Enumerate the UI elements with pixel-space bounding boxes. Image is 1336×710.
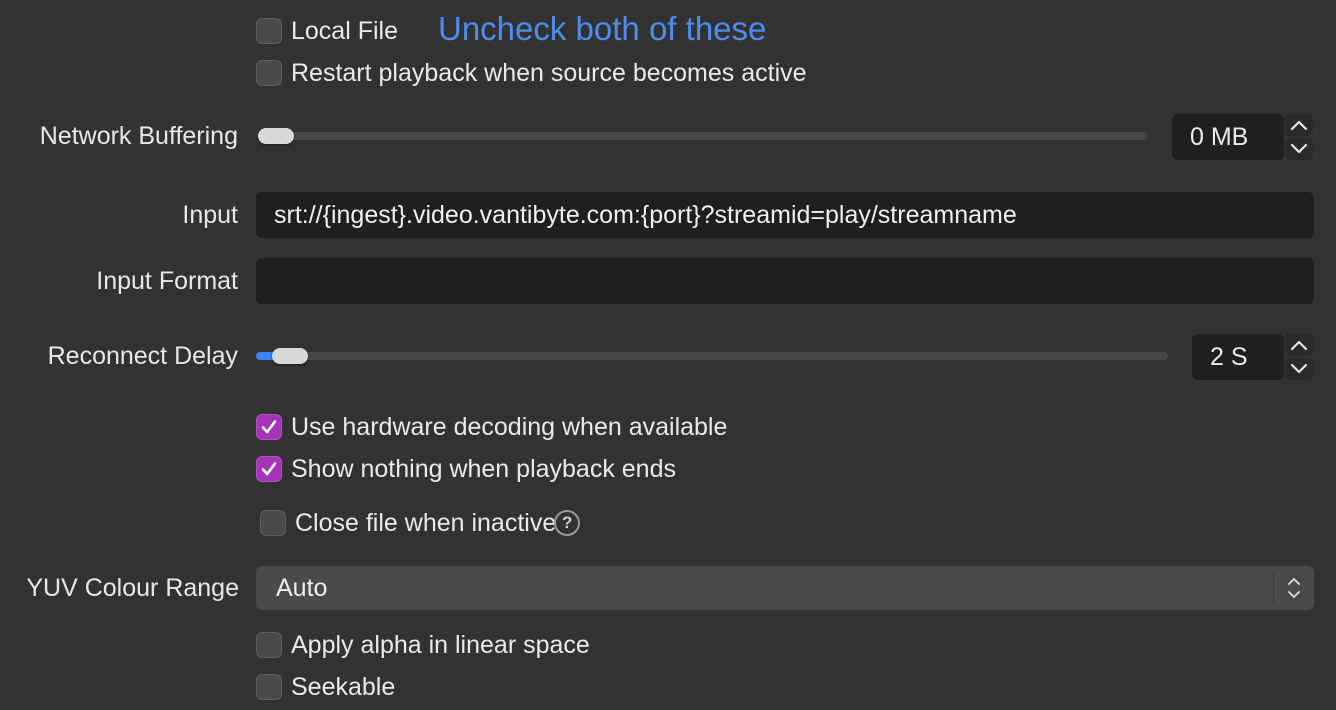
- close-file-checkbox-row[interactable]: Close file when inactive ?: [260, 507, 581, 539]
- restart-playback-label: Restart playback when source becomes act…: [291, 58, 807, 87]
- hw-decoding-checkbox[interactable]: [256, 414, 282, 440]
- reconnect-delay-stepper[interactable]: [1284, 334, 1314, 380]
- seekable-checkbox[interactable]: [256, 674, 282, 700]
- reconnect-delay-label: Reconnect Delay: [47, 342, 238, 370]
- hw-decoding-label: Use hardware decoding when available: [291, 412, 728, 441]
- seekable-checkbox-row[interactable]: Seekable: [256, 671, 395, 703]
- network-buffering-value: 0 MB: [1190, 122, 1249, 151]
- chevron-up-icon[interactable]: [1285, 334, 1313, 356]
- question-circle-icon[interactable]: ?: [554, 510, 581, 536]
- reconnect-delay-value: 2 S: [1210, 342, 1248, 371]
- network-buffering-slider[interactable]: [258, 128, 1148, 144]
- up-down-chevron-icon: [1288, 578, 1300, 598]
- annotation-text: Uncheck both of these: [438, 10, 767, 47]
- local-file-checkbox-row[interactable]: Local File: [256, 15, 398, 47]
- network-buffering-spinbox[interactable]: 0 MB: [1172, 114, 1284, 160]
- checkmark-icon: [261, 420, 277, 434]
- chevron-down-icon[interactable]: [1285, 358, 1313, 380]
- seekable-label: Seekable: [291, 672, 396, 701]
- input-label: Input: [182, 201, 238, 229]
- input-format-field[interactable]: [256, 258, 1314, 304]
- show-nothing-checkbox[interactable]: [256, 456, 282, 482]
- apply-alpha-checkbox[interactable]: [256, 632, 282, 658]
- yuv-range-select[interactable]: Auto: [256, 566, 1314, 610]
- reconnect-delay-spinbox[interactable]: 2 S: [1192, 334, 1284, 380]
- input-field[interactable]: srt://{ingest}.video.vantibyte.com:{port…: [256, 192, 1314, 238]
- checkmark-icon: [261, 462, 277, 476]
- input-format-label: Input Format: [96, 267, 238, 295]
- local-file-label: Local File: [291, 16, 398, 45]
- show-nothing-checkbox-row[interactable]: Show nothing when playback ends: [256, 453, 676, 485]
- yuv-range-label: YUV Colour Range: [26, 574, 239, 602]
- network-buffering-label: Network Buffering: [39, 122, 238, 150]
- yuv-range-value: Auto: [276, 573, 328, 602]
- chevron-up-icon[interactable]: [1285, 114, 1313, 136]
- close-file-label: Close file when inactive: [295, 508, 557, 537]
- reconnect-delay-slider-knob[interactable]: [272, 348, 308, 364]
- show-nothing-label: Show nothing when playback ends: [291, 454, 676, 483]
- hw-decoding-checkbox-row[interactable]: Use hardware decoding when available: [256, 411, 727, 443]
- chevron-down-icon[interactable]: [1285, 138, 1313, 160]
- network-buffering-slider-knob[interactable]: [258, 128, 294, 144]
- reconnect-delay-slider[interactable]: [256, 348, 1168, 364]
- local-file-checkbox[interactable]: [256, 18, 282, 44]
- close-file-checkbox[interactable]: [260, 510, 286, 536]
- apply-alpha-checkbox-row[interactable]: Apply alpha in linear space: [256, 629, 590, 661]
- apply-alpha-label: Apply alpha in linear space: [291, 630, 590, 659]
- restart-playback-checkbox-row[interactable]: Restart playback when source becomes act…: [256, 57, 807, 89]
- network-buffering-stepper[interactable]: [1284, 114, 1314, 160]
- select-divider: [1273, 572, 1274, 604]
- restart-playback-checkbox[interactable]: [256, 60, 282, 86]
